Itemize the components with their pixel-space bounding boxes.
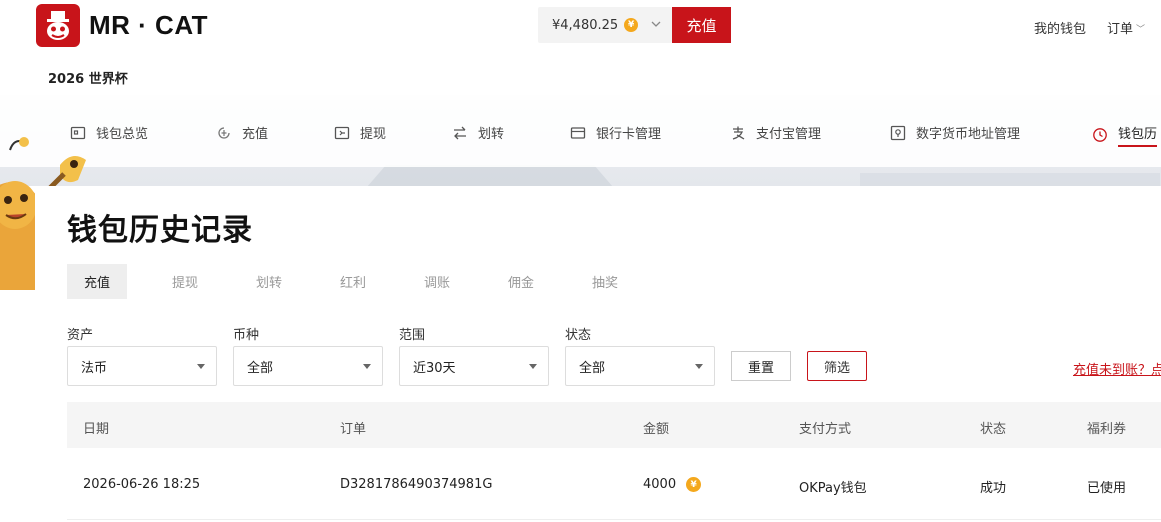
banner-decoration [860, 173, 1160, 186]
range-filter-label: 范围 [399, 328, 426, 343]
range-select[interactable]: 近30天 [399, 346, 549, 386]
nav-label: 充值 [242, 127, 269, 142]
alipay-icon [732, 126, 745, 140]
brand-name[interactable]: MR · CAT [89, 10, 208, 41]
yen-coin-icon: ¥ [686, 477, 702, 492]
column-header-coupon: 福利券 [1087, 422, 1127, 437]
status-select-value: 全部 [579, 360, 606, 376]
balance-value: ¥4,480.25 [552, 17, 619, 33]
column-header-amount: 金额 [643, 422, 670, 437]
column-header-method: 支付方式 [799, 422, 852, 437]
brand-subtitle: 2026 世界杯 [48, 72, 128, 87]
row-payment-method: OKPay钱包 [799, 481, 867, 496]
withdraw-icon [334, 126, 350, 139]
filter-button[interactable]: 筛选 [807, 351, 867, 381]
nav-label: 提现 [360, 127, 387, 142]
tab-bonus[interactable]: 红利 [311, 264, 395, 299]
nav-label: 划转 [478, 127, 505, 142]
nav-label: 钱包历 [1118, 123, 1158, 147]
tab-adjustment[interactable]: 调账 [395, 264, 479, 299]
nav-label: 数字货币地址管理 [916, 127, 1021, 142]
status-filter-label: 状态 [565, 328, 592, 343]
banner-decoration [360, 165, 620, 186]
nav-label: 支付宝管理 [756, 127, 822, 142]
balance-dropdown[interactable]: ¥4,480.25 ¥ [538, 7, 672, 43]
range-select-value: 近30天 [413, 360, 456, 376]
asset-filter-label: 资产 [67, 328, 94, 343]
reset-button[interactable]: 重置 [731, 351, 791, 381]
column-header-order: 订单 [340, 422, 367, 437]
nav-item-alipay[interactable]: 支付宝管理 [730, 123, 821, 142]
asset-select[interactable]: 法币 [67, 346, 217, 386]
status-select[interactable]: 全部 [565, 346, 715, 386]
history-type-tabs: 充值 提现 划转 红利 调账 佣金 抽奖 [67, 264, 647, 299]
brand-logo-icon[interactable] [36, 4, 80, 47]
caret-down-icon [529, 364, 537, 369]
clock-icon [1093, 128, 1107, 142]
caret-down-icon [695, 364, 703, 369]
orders-menu[interactable]: 订单 ﹀ [1107, 18, 1145, 37]
top-header: MR · CAT 2026 世界杯 ¥4,480.25 ¥ 充值 我的钱包 订单… [0, 0, 1161, 95]
wallet-nav: 钱包总览 充值 提现 划转 银行卡管理 支付宝管理 数字货币地址管理 钱包历 [0, 95, 1161, 167]
chevron-down-icon: ﹀ [1136, 25, 1146, 35]
asset-select-value: 法币 [81, 360, 108, 376]
my-wallet-link[interactable]: 我的钱包 [1034, 18, 1086, 37]
deposit-icon [218, 126, 230, 139]
caret-down-icon [197, 364, 205, 369]
currency-select-value: 全部 [247, 360, 274, 376]
deposit-button[interactable]: 充值 [672, 7, 731, 43]
nav-item-deposit[interactable]: 充值 [216, 123, 268, 142]
tab-withdraw[interactable]: 提现 [143, 264, 227, 299]
page-title: 钱包历史记录 [67, 213, 253, 248]
tab-lottery[interactable]: 抽奖 [563, 264, 647, 299]
tab-commission[interactable]: 佣金 [479, 264, 563, 299]
currency-select[interactable]: 全部 [233, 346, 383, 386]
orders-label: 订单 [1107, 22, 1134, 37]
nav-item-transfer[interactable]: 划转 [452, 123, 504, 142]
row-date: 2026-06-26 18:25 [83, 477, 201, 492]
table-row[interactable]: 2026-06-26 18:25 D3281786490374981G 4000… [67, 448, 1161, 520]
row-amount: 4000 ¥ [643, 477, 702, 492]
nav-item-crypto-address[interactable]: 数字货币地址管理 [890, 123, 1020, 142]
address-icon [890, 125, 906, 140]
row-amount-value: 4000 [643, 477, 677, 492]
nav-item-withdraw[interactable]: 提现 [334, 123, 386, 142]
tab-transfer[interactable]: 划转 [227, 264, 311, 299]
bank-card-icon [570, 126, 586, 139]
row-status: 成功 [980, 481, 1007, 496]
nav-label: 银行卡管理 [596, 127, 662, 142]
transfer-icon [454, 126, 466, 139]
yen-coin-icon: ¥ [624, 18, 639, 32]
column-header-date: 日期 [83, 422, 110, 437]
currency-filter-label: 币种 [233, 328, 260, 343]
caret-down-icon [363, 364, 371, 369]
table-header: 日期 订单 金额 支付方式 状态 福利券 [67, 402, 1161, 448]
tab-deposit[interactable]: 充值 [67, 264, 127, 299]
nav-label: 钱包总览 [96, 127, 149, 142]
deposit-help-link[interactable]: 充值未到账？点 [1073, 359, 1161, 378]
row-order-id: D3281786490374981G [340, 477, 493, 492]
nav-item-wallet-history[interactable]: 钱包历 [1092, 123, 1158, 147]
column-header-status: 状态 [980, 422, 1007, 437]
chevron-down-icon [651, 21, 661, 27]
row-coupon: 已使用 [1087, 481, 1127, 496]
nav-item-bank-card[interactable]: 银行卡管理 [570, 123, 661, 142]
